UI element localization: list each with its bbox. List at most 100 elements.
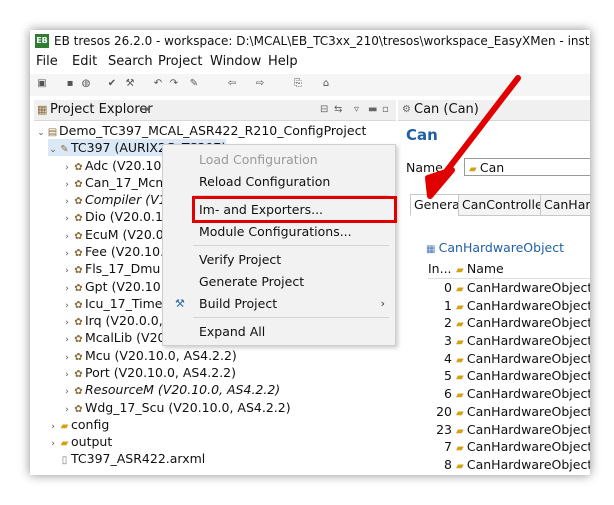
module-icon: ✿: [74, 213, 83, 224]
menu-item-reload-configuration[interactable]: Reload Configuration: [163, 171, 395, 193]
menu-item-verify-project[interactable]: Verify Project: [163, 249, 395, 271]
maximize-icon[interactable]: ▫: [382, 100, 389, 120]
table-row[interactable]: 8 ▰ CanHardwareObject: [428, 456, 590, 474]
canhardwareobject-link[interactable]: ▦ CanHardwareObject: [426, 240, 564, 255]
new-icon[interactable]: ▣: [36, 78, 48, 90]
hardware-object-table: In... ▰ Name 0 ▰ CanHardwareObject 1 ▰ Can…: [428, 260, 590, 474]
table-row[interactable]: 6 ▰ CanHardwareObject: [428, 385, 590, 403]
menu-item-expand-all[interactable]: Expand All: [163, 321, 395, 343]
table-row[interactable]: 2 ▰ CanHardwareObject: [428, 314, 590, 332]
menu-help[interactable]: Help: [268, 52, 298, 72]
editor-tab-title[interactable]: Can (Can): [414, 100, 479, 120]
redo-icon[interactable]: ↷: [168, 78, 180, 90]
table-row[interactable]: 5 ▰ CanHardwareObject: [428, 367, 590, 385]
save-icon[interactable]: ▪: [64, 78, 76, 90]
folder-icon: ▰: [456, 425, 467, 437]
tree-item-module[interactable]: › ✿ Port (V20.10.0, AS4.2.2): [62, 364, 236, 381]
menu-separator: [193, 245, 389, 246]
build-icon[interactable]: ⚒: [124, 78, 136, 90]
ecu-icon: ✎: [60, 144, 69, 155]
table-row[interactable]: 20 ▰ CanHardwareObject: [428, 403, 590, 421]
context-menu: Load Configuration Reload Configuration …: [162, 144, 396, 346]
table-row[interactable]: 7 ▰ CanHardwareObject: [428, 438, 590, 456]
app-window: EB EB tresos 26.2.0 - workspace: D:\MCAL…: [30, 30, 590, 475]
table-icon: ▦: [426, 244, 439, 255]
forward-icon[interactable]: ⇨: [254, 78, 266, 90]
menu-project[interactable]: Project: [158, 52, 202, 72]
table-row[interactable]: 23 ▰ CanHardwareObject: [428, 421, 590, 439]
tree-item-project[interactable]: ⌄ ▤ Demo_TC397_MCAL_ASR422_R210_ConfigProj…: [36, 122, 366, 139]
view-menu-icon[interactable]: ▿: [354, 100, 359, 120]
menu-file[interactable]: File: [36, 52, 58, 72]
folder-icon: ▰: [456, 443, 467, 455]
back-icon[interactable]: ⇦: [226, 78, 238, 90]
tree-item-module[interactable]: › ✿ ResourceM (V20.10.0, AS4.2.2): [62, 381, 280, 398]
name-field[interactable]: ▰ Can: [464, 158, 590, 176]
toolbar: ▣ ▪ ◍ ✔ ⚒ ↶ ↷ ✎ ⇦ ⇨ ⎘ ⌂: [30, 74, 590, 96]
window-title: EB tresos 26.2.0 - workspace: D:\MCAL\EB…: [54, 34, 590, 48]
folder-icon: ▰: [456, 265, 467, 276]
column-name-header[interactable]: ▰ Name: [456, 260, 504, 280]
module-icon: ✿: [74, 334, 83, 345]
title-bar: EB EB tresos 26.2.0 - workspace: D:\MCAL…: [30, 30, 590, 52]
folder-icon: ▰: [456, 372, 467, 384]
folder-icon: ▰: [456, 284, 467, 295]
menu-item-build-project[interactable]: ⚒ Build Project ›: [163, 293, 395, 315]
folder-icon: ▰: [456, 337, 467, 349]
tree-item-folder-output[interactable]: › ▰ output: [48, 433, 112, 450]
table-row[interactable]: 0 ▰ CanHardwareObject: [428, 279, 590, 297]
folder-icon: ▰: [456, 301, 467, 313]
menu-bar: File Edit Search Project Window Help: [30, 52, 590, 72]
tree-item-module[interactable]: › ✿ Wdg_17_Scu (V20.10.0, AS4.2.2): [62, 399, 290, 416]
project-explorer-title: Project Explorer: [50, 102, 153, 117]
editor-heading: Can: [406, 126, 438, 144]
menu-separator: [193, 317, 389, 318]
module-icon: ✿: [74, 386, 83, 397]
menu-item-generate-project[interactable]: Generate Project: [163, 271, 395, 293]
tree-item-file[interactable]: ▯ TC397_ASR422.arxml: [48, 450, 206, 467]
menu-item-module-configurations[interactable]: Module Configurations...: [163, 221, 395, 243]
collapse-all-icon[interactable]: ⊟: [320, 100, 328, 120]
tab-cancontroller[interactable]: CanController: [458, 194, 552, 216]
minimize-icon[interactable]: ▬: [368, 100, 377, 120]
tree-item-module[interactable]: › ✿ Mcu (V20.10.0, AS4.2.2): [62, 347, 237, 364]
check-icon[interactable]: ✔: [106, 78, 118, 90]
menu-item-load-configuration: Load Configuration: [199, 152, 318, 167]
tab-canhardwareobject[interactable]: CanHardwareObject: [540, 194, 590, 216]
column-index-header[interactable]: In...: [428, 260, 452, 278]
menu-window[interactable]: Window: [210, 52, 261, 72]
module-icon: ✿: [74, 265, 83, 276]
editor-icon: ⚙: [402, 104, 411, 115]
submenu-arrow-icon: ›: [380, 297, 385, 310]
folder-icon: ▰: [469, 164, 480, 175]
folder-icon: ▰: [456, 354, 467, 366]
menu-edit[interactable]: Edit: [72, 52, 97, 72]
folder-icon: ▰: [456, 390, 467, 402]
table-row[interactable]: 1 ▰ CanHardwareObject: [428, 297, 590, 315]
globe-icon[interactable]: ◍: [80, 78, 92, 90]
table-header: In... ▰ Name: [428, 260, 590, 279]
table-row[interactable]: 4 ▰ CanHardwareObject: [428, 350, 590, 368]
highlight-box: [192, 196, 397, 223]
undo-icon[interactable]: ↶: [152, 78, 164, 90]
close-icon[interactable]: ✖: [144, 100, 151, 120]
folder-icon: ▰: [456, 407, 467, 419]
folder-icon: ▰: [456, 460, 467, 472]
pin-icon[interactable]: ⌂: [320, 78, 332, 90]
editor-tab-header[interactable]: ⚙ Can (Can): [398, 100, 590, 121]
history-icon[interactable]: ⎘: [292, 78, 304, 90]
expand-twisty-icon[interactable]: ⌄: [48, 142, 58, 159]
project-explorer-header: ▦ Project Explorer ✖ ⊟ ⇆ ▿ ▬ ▫: [34, 100, 396, 121]
expand-twisty-icon[interactable]: ⌄: [36, 125, 46, 142]
app-logo-icon: EB: [35, 34, 49, 48]
menu-search[interactable]: Search: [108, 52, 153, 72]
build-icon: ⚒: [175, 297, 185, 310]
folder-icon: ▰: [456, 319, 467, 331]
link-editor-icon[interactable]: ⇆: [334, 100, 342, 120]
explorer-icon: ▦: [37, 103, 48, 116]
table-row[interactable]: 3 ▰ CanHardwareObject: [428, 332, 590, 350]
tree-item-folder-config[interactable]: › ▰ config: [48, 416, 109, 433]
file-icon: ▯: [61, 455, 68, 466]
wand-icon[interactable]: ✎: [188, 78, 200, 90]
name-label: Name: [406, 160, 443, 175]
